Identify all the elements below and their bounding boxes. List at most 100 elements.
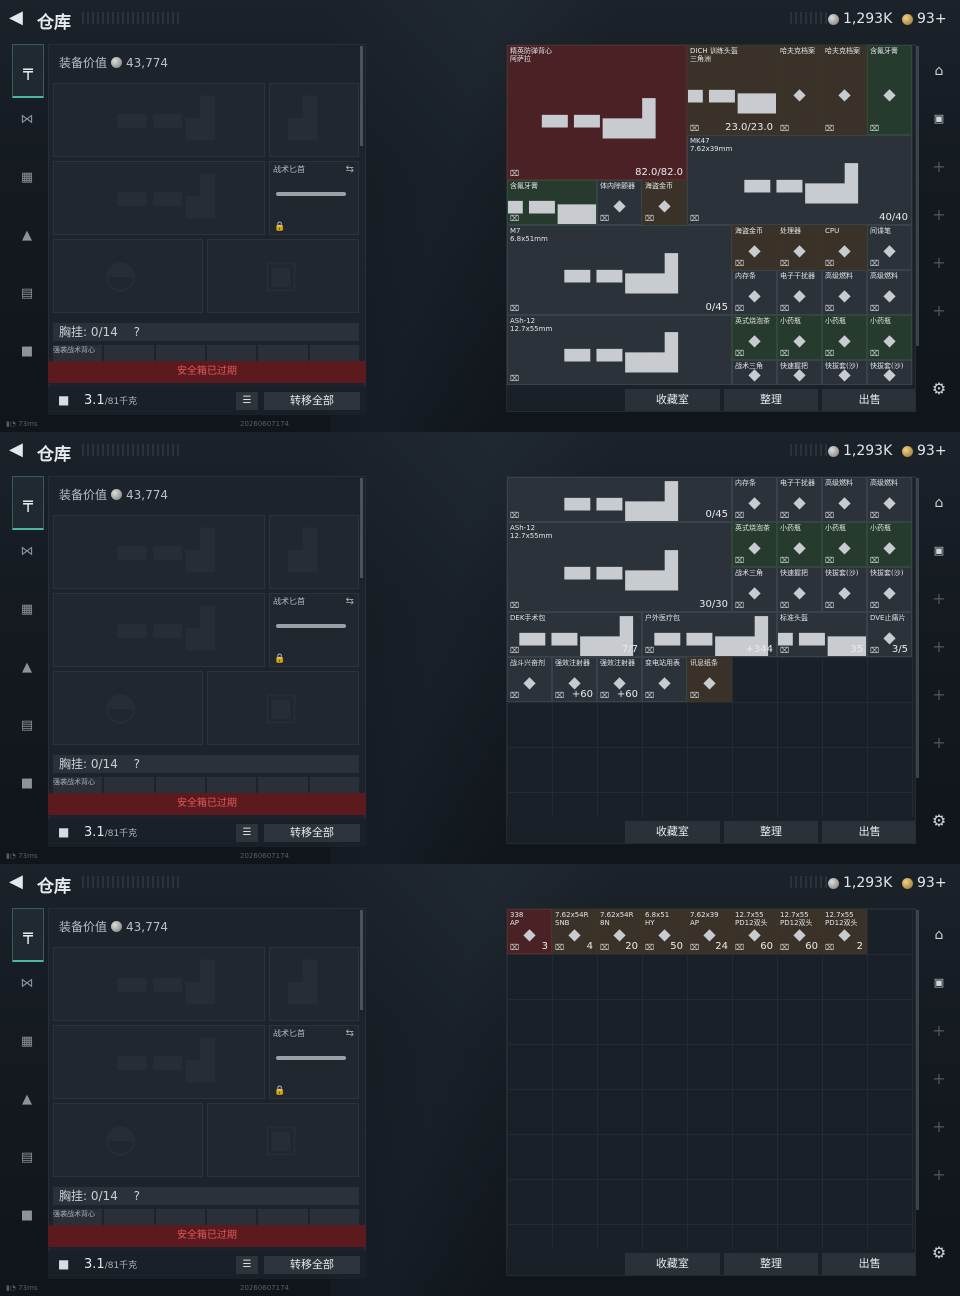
swap-icon[interactable]: ⇆ bbox=[346, 164, 354, 175]
strip-cell[interactable]: 强袭战术背心 bbox=[53, 1209, 103, 1225]
helmet-slot[interactable]: ◓ bbox=[53, 1103, 203, 1177]
case-icon[interactable]: ▤ bbox=[12, 710, 42, 740]
inventory-item[interactable]: 电子干扰器 ◆ ⌧ bbox=[777, 477, 822, 522]
inventory-item[interactable]: 小药瓶 ◆ ⌧ bbox=[867, 522, 912, 567]
inventory-item[interactable]: 12.7x55 PD12双头 ◆ 60 ⌧ bbox=[732, 909, 777, 954]
inventory-item[interactable]: 高级燃料 ◆ ⌧ bbox=[867, 270, 912, 315]
inventory-item[interactable]: 变电站用表 ◆ ⌧ bbox=[642, 657, 687, 702]
safebox-expired-banner[interactable]: 安全箱已过期 bbox=[48, 793, 366, 815]
helmet-slot[interactable]: ◓ bbox=[53, 239, 203, 313]
inventory-item[interactable]: 哈夫克档案 ◆ ⌧ bbox=[822, 45, 867, 135]
inventory-item[interactable]: ASh-12 12.7x55mm ▬▬▄▟ 30/30 ⌧ bbox=[507, 522, 732, 612]
inventory-item[interactable]: DEK手术包 ▬▬▄▟ 7/7 ⌧ bbox=[507, 612, 642, 657]
collection-button[interactable]: 收藏室 bbox=[625, 389, 720, 411]
briefcase-icon[interactable]: ■ bbox=[12, 768, 42, 798]
inventory-item[interactable]: 338 AP ◆ 3 ⌧ bbox=[507, 909, 552, 954]
container-tab-icon[interactable]: ▣ bbox=[926, 106, 952, 132]
inventory-item[interactable]: 户外医疗包 ▬▬▄▟ +344 ⌧ bbox=[642, 612, 777, 657]
inventory-item[interactable]: 高级燃料 ◆ ⌧ bbox=[822, 270, 867, 315]
briefcase-icon[interactable]: ■ bbox=[12, 1200, 42, 1230]
inventory-item[interactable]: 英式烧泡茶 ◆ ⌧ bbox=[732, 522, 777, 567]
strip-cell[interactable]: 强袭战术背心 bbox=[53, 777, 103, 793]
inventory-item[interactable]: 7.62x39 AP ◆ 24 ⌧ bbox=[687, 909, 732, 954]
inventory-item[interactable]: ASh-12 12.7x55mm ▬▬▄▟ ⌧ bbox=[507, 315, 732, 385]
primary-weapon-slot[interactable]: ▬▬▟ bbox=[53, 83, 265, 157]
list-button[interactable]: ☰ bbox=[236, 824, 258, 842]
inventory-item[interactable]: 间谍笔 ◆ ⌧ bbox=[867, 225, 912, 270]
inventory-item[interactable]: 内存条 ◆ ⌧ bbox=[732, 477, 777, 522]
armor-icon[interactable]: ⋈ bbox=[12, 536, 42, 566]
inventory-item[interactable]: 快拔套(沙) ◆ bbox=[867, 360, 912, 385]
helmet-slot[interactable]: ◓ bbox=[53, 671, 203, 745]
knife-slot[interactable]: 战术匕首 ⇆ 🔒 bbox=[269, 1025, 359, 1099]
back-arrow-icon[interactable]: ◀ bbox=[9, 440, 29, 460]
pistol-icon[interactable]: ╤ bbox=[12, 476, 44, 530]
inventory-item[interactable]: ▬▬▄▟ 0/45 ⌧ bbox=[507, 477, 732, 522]
primary-weapon-slot[interactable]: ▬▬▟ bbox=[53, 515, 265, 589]
chest-rig-row[interactable]: 胸挂: 0/14 ? bbox=[53, 755, 359, 773]
inventory-item[interactable]: DVE止痛片 ◆ 3/5 ⌧ bbox=[867, 612, 912, 657]
back-arrow-icon[interactable]: ◀ bbox=[9, 872, 29, 892]
inventory-item[interactable]: 小药瓶 ◆ ⌧ bbox=[822, 522, 867, 567]
settings-gear-icon[interactable]: ⚙ bbox=[926, 808, 952, 834]
safebox-expired-banner[interactable]: 安全箱已过期 bbox=[48, 1225, 366, 1247]
inventory-item[interactable]: 高级燃料 ◆ ⌧ bbox=[822, 477, 867, 522]
inventory-item[interactable]: 处理器 ◆ ⌧ bbox=[777, 225, 822, 270]
sell-button[interactable]: 出售 bbox=[822, 821, 915, 843]
back-arrow-icon[interactable]: ◀ bbox=[9, 8, 29, 28]
backpack-icon[interactable]: ▲ bbox=[12, 220, 42, 250]
inventory-item[interactable]: 6.8x51 HY ◆ 50 ⌧ bbox=[642, 909, 687, 954]
primary-weapon-slot[interactable]: ▬▬▟ bbox=[53, 947, 265, 1021]
swap-icon[interactable]: ⇆ bbox=[346, 596, 354, 607]
inventory-item[interactable]: 强效注射器 ◆ +60 ⌧ bbox=[552, 657, 597, 702]
add-tab-icon[interactable]: + bbox=[926, 154, 952, 180]
transfer-all-button[interactable]: 转移全部 bbox=[264, 392, 360, 410]
pistol-icon[interactable]: ╤ bbox=[12, 44, 44, 98]
knife-slot[interactable]: 战术匕首 ⇆ 🔒 bbox=[269, 593, 359, 667]
inventory-item[interactable]: 内存条 ◆ ⌧ bbox=[732, 270, 777, 315]
case-icon[interactable]: ▤ bbox=[12, 278, 42, 308]
inventory-item[interactable]: 小药瓶 ◆ ⌧ bbox=[822, 315, 867, 360]
secondary-weapon-slot[interactable]: ▬▬▟ bbox=[53, 593, 265, 667]
collection-button[interactable]: 收藏室 bbox=[625, 1253, 720, 1275]
container-tab-icon[interactable]: ▣ bbox=[926, 538, 952, 564]
pistol-slot[interactable]: ▟ bbox=[269, 515, 359, 589]
pistol-slot[interactable]: ▟ bbox=[269, 947, 359, 1021]
armor-slot[interactable]: ▣ bbox=[207, 1103, 359, 1177]
case-icon[interactable]: ▤ bbox=[12, 1142, 42, 1172]
inventory-item[interactable]: 小药瓶 ◆ ⌧ bbox=[777, 315, 822, 360]
stash-scrollbar[interactable] bbox=[916, 478, 919, 778]
sort-button[interactable]: 整理 bbox=[723, 821, 819, 843]
inventory-item[interactable]: 快速握把 ◆ bbox=[777, 360, 822, 385]
vest-icon[interactable]: ▦ bbox=[12, 594, 42, 624]
inventory-item[interactable]: DICH 训练头盔 三角洲 ▬▬▄▟ 23.0/23.0 ⌧ bbox=[687, 45, 777, 135]
stash-icon[interactable]: ⌂ bbox=[926, 922, 952, 948]
list-button[interactable]: ☰ bbox=[236, 1256, 258, 1274]
armor-icon[interactable]: ⋈ bbox=[12, 104, 42, 134]
armor-icon[interactable]: ⋈ bbox=[12, 968, 42, 998]
inventory-item[interactable]: 12.7x55 PD12双头 ◆ 2 ⌧ bbox=[822, 909, 867, 954]
inventory-item[interactable]: 7.62x54R SNB ◆ 4 ⌧ bbox=[552, 909, 597, 954]
sell-button[interactable]: 出售 bbox=[822, 389, 915, 411]
briefcase-icon[interactable]: ■ bbox=[12, 336, 42, 366]
left-scrollbar[interactable] bbox=[360, 46, 363, 146]
add-tab-icon[interactable]: + bbox=[926, 586, 952, 612]
inventory-item[interactable]: 强效注射器 ◆ +60 ⌧ bbox=[597, 657, 642, 702]
stash-scrollbar[interactable] bbox=[916, 910, 919, 1210]
add-tab-icon[interactable]: + bbox=[926, 1018, 952, 1044]
inventory-item[interactable]: 哈夫克档案 ◆ ⌧ bbox=[777, 45, 822, 135]
inventory-item[interactable]: M7 6.8x51mm ▬▬▄▟ 0/45 ⌧ bbox=[507, 225, 732, 315]
transfer-all-button[interactable]: 转移全部 bbox=[264, 824, 360, 842]
secondary-weapon-slot[interactable]: ▬▬▟ bbox=[53, 1025, 265, 1099]
armor-slot[interactable]: ▣ bbox=[207, 671, 359, 745]
container-tab-icon[interactable]: ▣ bbox=[926, 970, 952, 996]
inventory-item[interactable]: CPU ◆ ⌧ bbox=[822, 225, 867, 270]
left-scrollbar[interactable] bbox=[360, 910, 363, 1010]
inventory-item[interactable]: 海盗金币 ◆ ⌧ bbox=[642, 180, 687, 225]
inventory-item[interactable]: 7.62x54R 8N ◆ 20 ⌧ bbox=[597, 909, 642, 954]
inventory-item[interactable]: 海盗金币 ◆ ⌧ bbox=[732, 225, 777, 270]
sort-button[interactable]: 整理 bbox=[723, 1253, 819, 1275]
inventory-item[interactable]: 战斗兴奋剂 ◆ ⌧ bbox=[507, 657, 552, 702]
vest-icon[interactable]: ▦ bbox=[12, 162, 42, 192]
inventory-item[interactable]: 含氟牙膏 ▬▬▄▟ ⌧ bbox=[507, 180, 597, 225]
